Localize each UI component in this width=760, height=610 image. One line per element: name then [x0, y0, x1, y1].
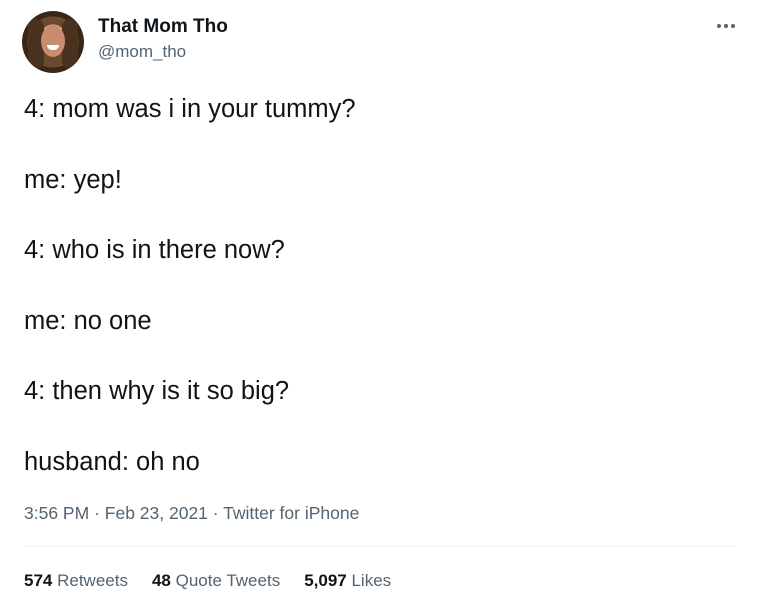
- more-dot: [717, 24, 721, 28]
- retweets-label: Retweets: [57, 571, 128, 590]
- meta-separator: ·: [94, 503, 105, 523]
- tweet-text-line: 4: then why is it so big?: [24, 377, 290, 405]
- more-dot: [724, 24, 728, 28]
- quote-tweets-count: 48: [151, 571, 176, 590]
- avatar[interactable]: [22, 11, 84, 73]
- tweet-time[interactable]: 3:56 PM: [24, 503, 89, 523]
- tweet-source[interactable]: Twitter for iPhone: [223, 503, 359, 523]
- quote-tweets-label: Quote Tweets: [175, 571, 281, 590]
- tweet-meta: 3:56 PM · Feb 23, 2021 · Twitter for iPh…: [24, 503, 359, 524]
- more-horizontal-icon[interactable]: [712, 16, 740, 36]
- tweet-text-line: me: no one: [24, 307, 152, 335]
- tweet-text-line: 4: who is in there now?: [24, 236, 285, 264]
- tweet-card: That Mom Tho @mom_tho 4: mom was i in yo…: [0, 0, 760, 610]
- likes-stat[interactable]: 5,097 Likes: [304, 571, 391, 591]
- retweets-count: 574: [24, 571, 58, 590]
- likes-count: 5,097: [304, 571, 352, 590]
- likes-label: Likes: [351, 571, 392, 590]
- tweet-text-line: 4: mom was i in your tummy?: [24, 95, 356, 123]
- author-name[interactable]: That Mom Tho: [98, 16, 228, 38]
- meta-separator: ·: [212, 503, 224, 523]
- retweets-stat[interactable]: 574 Retweets: [24, 571, 128, 591]
- more-dot: [731, 24, 735, 28]
- author-handle[interactable]: @mom_tho: [98, 42, 186, 62]
- tweet-text-line: me: yep!: [24, 166, 122, 194]
- quote-tweets-stat[interactable]: 48 Quote Tweets: [152, 571, 280, 591]
- avatar-face: [41, 25, 65, 57]
- engagement-stats: 574 Retweets 48 Quote Tweets 5,097 Likes: [24, 571, 391, 591]
- tweet-date[interactable]: Feb 23, 2021: [105, 503, 208, 523]
- tweet-text-line: husband: oh no: [24, 448, 200, 476]
- divider: [24, 546, 736, 547]
